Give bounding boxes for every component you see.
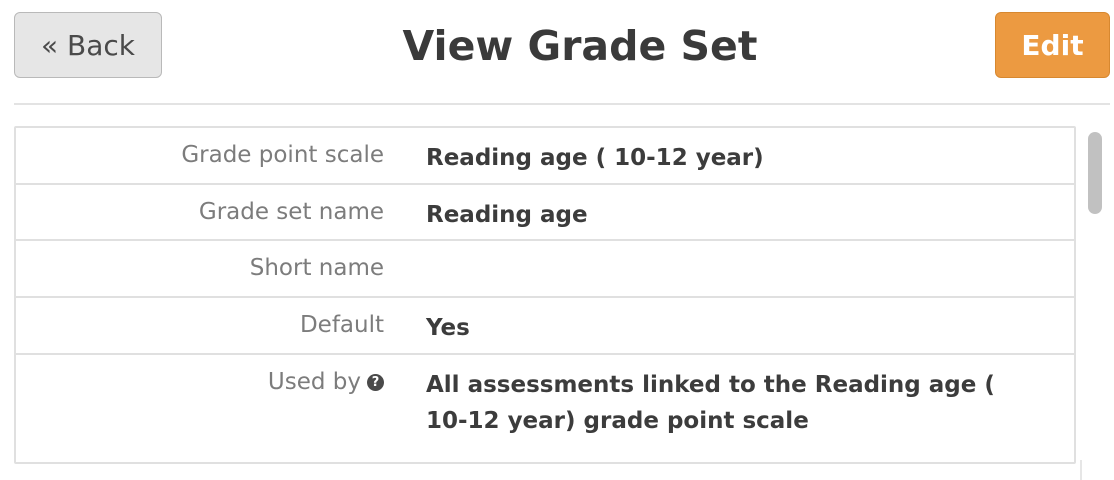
grade-set-details-panel: Grade point scale Reading age ( 10-12 ye…: [14, 126, 1076, 464]
grade-point-scale-label: Grade point scale: [181, 142, 384, 168]
back-button[interactable]: « Back: [14, 12, 162, 78]
default-value: Yes: [426, 315, 470, 341]
detail-row-default: Default Yes: [16, 298, 1074, 355]
scroll-divider: [1080, 460, 1082, 480]
grade-set-name-value: Reading age: [426, 202, 588, 228]
short-name-label: Short name: [250, 255, 384, 281]
help-icon[interactable]: ?: [367, 373, 384, 391]
grade-set-name-label-text: Grade set name: [198, 199, 384, 225]
detail-row-grade-set-name: Grade set name Reading age: [16, 185, 1074, 241]
short-name-label-text: Short name: [249, 255, 384, 281]
scrollbar-thumb[interactable]: [1088, 132, 1102, 214]
used-by-label-text: Used by: [267, 369, 361, 395]
detail-row-grade-point-scale: Grade point scale Reading age ( 10-12 ye…: [16, 128, 1074, 185]
detail-row-used-by: Used by ? All assessments linked to the …: [16, 355, 1074, 460]
detail-row-short-name: Short name: [16, 241, 1074, 298]
used-by-value: All assessments linked to the Reading ag…: [426, 372, 995, 434]
edit-button[interactable]: Edit: [995, 12, 1110, 78]
header-divider: [14, 103, 1110, 105]
used-by-label: Used by ?: [268, 369, 384, 395]
grade-set-name-label: Grade set name: [199, 199, 384, 225]
grade-point-scale-value: Reading age ( 10-12 year): [426, 145, 764, 171]
page-header: « Back View Grade Set Edit: [0, 0, 1114, 105]
default-label: Default: [300, 312, 384, 338]
page-title: View Grade Set: [402, 22, 758, 70]
default-label-text: Default: [299, 312, 384, 338]
grade-point-scale-label-text: Grade point scale: [181, 142, 384, 168]
